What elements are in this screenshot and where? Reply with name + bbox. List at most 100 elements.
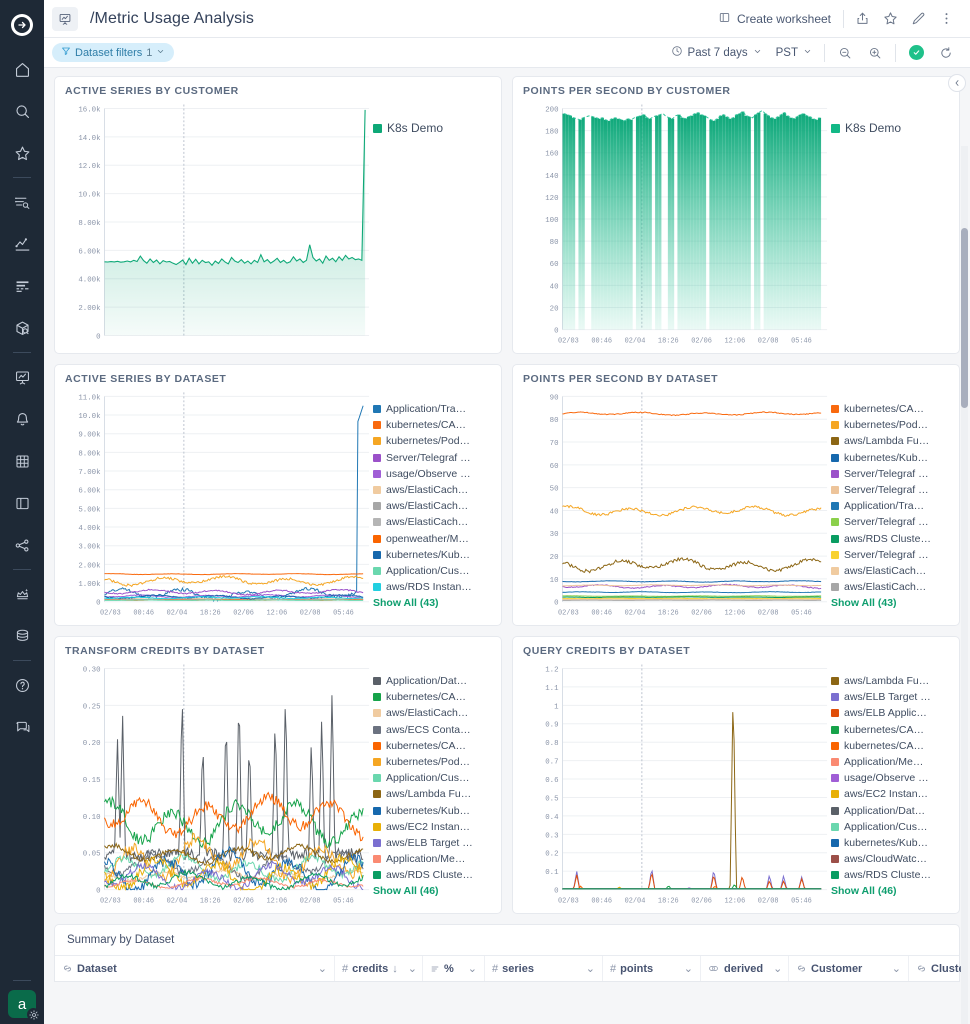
column-header--[interactable]: % ⌄ (423, 956, 485, 981)
legend-item[interactable]: Server/Telegraf … (831, 549, 949, 561)
legend-item[interactable]: kubernetes/Pod… (373, 756, 491, 768)
legend-item[interactable]: aws/RDS Cluste… (831, 869, 949, 881)
column-header-points[interactable]: # points ⌄ (603, 956, 701, 981)
sidebar-item-datastreams[interactable] (0, 615, 44, 657)
sidebar-item-explore-logs[interactable] (0, 181, 44, 223)
legend-item[interactable]: Application/Me… (831, 756, 949, 768)
legend-item[interactable]: kubernetes/Pod… (373, 435, 491, 447)
chart-plot-area[interactable]: 0 0.1 0.2 0.3 0.4 0.5 0.6 0.7 0.8 0.9 1 1.1 1.2 02/03… (523, 659, 831, 907)
legend-item[interactable]: K8s Demo (831, 121, 949, 135)
sidebar-item-metrics[interactable] (0, 223, 44, 265)
check-circle-icon[interactable] (902, 41, 930, 65)
legend-item[interactable]: aws/EC2 Instan… (373, 821, 491, 833)
legend-item[interactable]: aws/RDS Cluste… (373, 869, 491, 881)
sidebar-item-worksheets[interactable] (0, 482, 44, 524)
show-all-link[interactable]: Show All (46) (373, 885, 491, 897)
legend-item[interactable]: aws/RDS Cluste… (831, 533, 949, 545)
legend-item[interactable]: usage/Observe … (373, 468, 491, 480)
zoom-out-icon[interactable] (831, 41, 859, 65)
legend-item[interactable]: Server/Telegraf … (831, 484, 949, 496)
legend-item[interactable]: aws/ElastiCach… (831, 565, 949, 577)
sidebar-item-feedback[interactable] (0, 706, 44, 748)
legend-item[interactable]: kubernetes/Kub… (831, 452, 949, 464)
legend-item[interactable]: Application/Tra… (373, 403, 491, 415)
sidebar-item-monitors[interactable] (0, 398, 44, 440)
sidebar-item-apps[interactable] (0, 573, 44, 615)
timezone-selector[interactable]: PST (770, 44, 818, 62)
sidebar-item-search[interactable] (0, 90, 44, 132)
legend-item[interactable]: aws/Lambda Fu… (831, 435, 949, 447)
time-range-selector[interactable]: Past 7 days (665, 42, 768, 63)
column-header-derived[interactable]: derived ⌄ (701, 956, 789, 981)
legend-item[interactable]: kubernetes/CA… (373, 691, 491, 703)
legend-item[interactable]: kubernetes/Pod… (831, 419, 949, 431)
legend-item[interactable]: aws/CloudWatc… (831, 853, 949, 865)
chevron-down-icon[interactable]: ⌄ (678, 962, 693, 975)
legend-item[interactable]: aws/ElastiCach… (373, 484, 491, 496)
show-all-link[interactable]: Show All (46) (831, 885, 949, 897)
legend-item[interactable]: Application/Cus… (373, 772, 491, 784)
pencil-icon[interactable] (904, 7, 932, 31)
show-all-link[interactable]: Show All (43) (373, 597, 491, 609)
column-header-customer[interactable]: Customer ⌄ (789, 956, 909, 981)
legend-item[interactable]: Application/Dat… (831, 805, 949, 817)
dashboard-easel-icon[interactable] (52, 6, 78, 31)
chart-plot-area[interactable]: 0 1.00k 2.00k 3.00k 4.00k 5.00k 6.00k 7.00k 8.00… (65, 387, 373, 619)
chart-plot-area[interactable]: 0 0.05 0.10 0.15 0.20 0.25 0.30 02/03 00:46 02/04… (65, 659, 373, 907)
chart-plot-area[interactable]: 0 10 20 30 40 50 60 70 80 90 02/03 00:46 02/04 18:26 0… (523, 387, 831, 619)
sidebar-item-topology[interactable] (0, 524, 44, 566)
legend-item[interactable]: Server/Telegraf … (831, 516, 949, 528)
chart-plot-area[interactable]: 0 2.00k 4.00k 6.00k 8.00k 10.0k 12.0k 14.0k 16.0… (65, 99, 373, 347)
legend-item[interactable]: aws/RDS Instan… (373, 581, 491, 593)
collapse-panel-button[interactable] (948, 74, 966, 92)
legend-item[interactable]: kubernetes/CA… (373, 419, 491, 431)
legend-item[interactable]: aws/Lambda Fu… (831, 675, 949, 687)
legend-item[interactable]: kubernetes/CA… (831, 403, 949, 415)
legend-item[interactable]: usage/Observe … (831, 772, 949, 784)
legend-item[interactable]: Server/Telegraf … (831, 468, 949, 480)
legend-item[interactable]: aws/ElastiCach… (373, 500, 491, 512)
legend-item[interactable]: openweather/M… (373, 533, 491, 545)
show-all-link[interactable]: Show All (43) (831, 597, 949, 609)
column-header-cluste[interactable]: Cluste (909, 956, 967, 981)
legend-item[interactable]: kubernetes/Kub… (831, 837, 949, 849)
refresh-icon[interactable] (932, 41, 960, 65)
zoom-in-icon[interactable] (861, 41, 889, 65)
legend-item[interactable]: Application/Tra… (831, 500, 949, 512)
legend-item[interactable]: aws/ELB Applic… (831, 707, 949, 719)
chevron-down-icon[interactable]: ⌄ (402, 962, 417, 975)
legend-item[interactable]: Application/Cus… (831, 821, 949, 833)
sidebar-item-traces[interactable] (0, 265, 44, 307)
share-icon[interactable] (848, 7, 876, 31)
legend-item[interactable]: kubernetes/CA… (373, 740, 491, 752)
star-icon[interactable] (876, 7, 904, 31)
sidebar-item-grid[interactable] (0, 440, 44, 482)
gear-icon[interactable] (27, 1008, 40, 1021)
chevron-down-icon[interactable]: ⌄ (312, 962, 327, 975)
legend-item[interactable]: kubernetes/Kub… (373, 549, 491, 561)
legend-item[interactable]: aws/ElastiCach… (373, 707, 491, 719)
arrow-right-circle-icon[interactable] (11, 14, 33, 36)
sort-desc-icon[interactable]: ↓ (392, 963, 398, 975)
legend-item[interactable]: Application/Cus… (373, 565, 491, 577)
create-worksheet-button[interactable]: Create worksheet (710, 7, 839, 31)
legend-item[interactable]: aws/ElastiCach… (831, 581, 949, 593)
chevron-down-icon[interactable]: ⌄ (580, 962, 595, 975)
chevron-down-icon[interactable]: ⌄ (462, 962, 477, 975)
legend-item[interactable]: Application/Dat… (373, 675, 491, 687)
column-header-dataset[interactable]: Dataset ⌄ (55, 956, 335, 981)
legend-item[interactable]: aws/Lambda Fu… (373, 788, 491, 800)
sidebar-item-resources[interactable] (0, 307, 44, 349)
chevron-down-icon[interactable]: ⌄ (886, 962, 901, 975)
column-header-credits[interactable]: # credits ↓ ⌄ (335, 956, 423, 981)
dataset-filters-pill[interactable]: Dataset filters 1 (52, 43, 175, 62)
avatar[interactable]: a (8, 990, 40, 1021)
legend-item[interactable]: kubernetes/CA… (831, 724, 949, 736)
more-vertical-icon[interactable] (932, 7, 960, 31)
legend-item[interactable]: aws/ELB Target … (373, 837, 491, 849)
legend-item[interactable]: K8s Demo (373, 121, 491, 135)
sidebar-item-dashboards[interactable] (0, 356, 44, 398)
legend-item[interactable]: aws/ElastiCach… (373, 516, 491, 528)
scrollbar-thumb[interactable] (961, 228, 968, 408)
column-header-series[interactable]: # series ⌄ (485, 956, 603, 981)
